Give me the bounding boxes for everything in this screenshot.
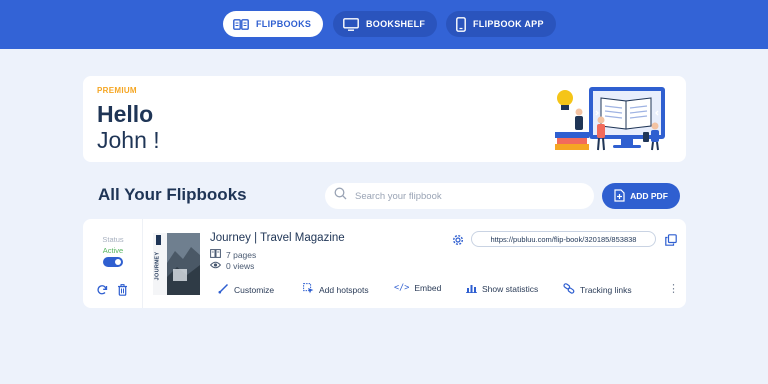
phone-icon bbox=[456, 16, 466, 32]
top-nav-bar: FLIPBOOKS BOOKSHELF FLIPBOOK APP bbox=[0, 0, 768, 49]
greeting-name: John ! bbox=[97, 127, 160, 153]
code-icon: </> bbox=[394, 283, 410, 293]
nav-flipbook-app-button[interactable]: FLIPBOOK APP bbox=[446, 11, 556, 37]
show-statistics-label: Show statistics bbox=[482, 284, 539, 294]
view-count: 0 views bbox=[209, 261, 255, 271]
settings-gear-icon[interactable] bbox=[452, 233, 464, 251]
file-add-icon bbox=[614, 188, 625, 204]
section-title: All Your Flipbooks bbox=[98, 185, 247, 204]
refresh-icon[interactable] bbox=[96, 283, 108, 301]
add-pdf-button[interactable]: ADD PDF bbox=[602, 183, 680, 209]
toggle-knob bbox=[115, 259, 121, 265]
tracking-links-action[interactable]: Tracking links bbox=[563, 283, 632, 296]
page-count: 7 pages bbox=[210, 249, 256, 260]
reading-illustration bbox=[551, 82, 669, 159]
bar-chart-icon bbox=[466, 283, 477, 295]
link-icon bbox=[563, 283, 575, 296]
embed-action[interactable]: </> Embed bbox=[394, 283, 441, 293]
nav-flipbooks-label: FLIPBOOKS bbox=[256, 19, 312, 29]
nav-bookshelf-button[interactable]: BOOKSHELF bbox=[333, 11, 438, 37]
nav-flipbook-app-label: FLIPBOOK APP bbox=[473, 19, 544, 29]
eye-icon bbox=[209, 261, 222, 271]
flipbook-title[interactable]: Journey | Travel Magazine bbox=[210, 232, 345, 244]
more-options-icon[interactable]: ⋮ bbox=[668, 282, 679, 295]
copy-link-icon[interactable] bbox=[665, 233, 677, 251]
pages-text: 7 pages bbox=[226, 249, 257, 260]
show-statistics-action[interactable]: Show statistics bbox=[466, 283, 538, 295]
trash-icon[interactable] bbox=[117, 283, 128, 301]
monitor-icon bbox=[343, 17, 359, 31]
add-hotspots-label: Add hotspots bbox=[319, 284, 369, 295]
flipbook-row: Status Active JOURNEY Journey | Travel M… bbox=[83, 219, 686, 308]
active-toggle[interactable] bbox=[103, 257, 123, 267]
add-pdf-label: ADD PDF bbox=[630, 191, 668, 201]
tracking-links-label: Tracking links bbox=[580, 284, 632, 295]
search-input[interactable] bbox=[355, 190, 575, 202]
customize-label: Customize bbox=[234, 284, 275, 295]
flipbook-url-field[interactable]: https://publuu.com/flip-book/320185/8538… bbox=[471, 231, 656, 247]
greeting-hello: Hello bbox=[97, 101, 154, 127]
hotspot-cursor-icon bbox=[303, 283, 314, 296]
status-column: Status Active bbox=[83, 219, 143, 308]
plan-badge: PREMIUM bbox=[97, 86, 137, 95]
customize-action[interactable]: Customize bbox=[218, 283, 274, 296]
search-icon bbox=[334, 187, 347, 205]
status-value: Active bbox=[102, 246, 124, 255]
pages-icon bbox=[210, 249, 221, 260]
greeting-card: PREMIUM Hello John ! bbox=[83, 76, 686, 162]
nav-bookshelf-label: BOOKSHELF bbox=[366, 19, 426, 29]
book-open-icon bbox=[233, 18, 249, 30]
views-text: 0 views bbox=[226, 261, 255, 271]
embed-label: Embed bbox=[414, 283, 442, 293]
flipbook-cover[interactable]: JOURNEY bbox=[153, 233, 200, 295]
brush-icon bbox=[218, 283, 229, 296]
status-label: Status bbox=[102, 235, 124, 244]
add-hotspots-action[interactable]: Add hotspots bbox=[303, 283, 369, 296]
search-bar[interactable] bbox=[325, 183, 594, 209]
cover-title-text: JOURNEY bbox=[154, 251, 161, 281]
nav-flipbooks-button[interactable]: FLIPBOOKS bbox=[223, 11, 324, 37]
